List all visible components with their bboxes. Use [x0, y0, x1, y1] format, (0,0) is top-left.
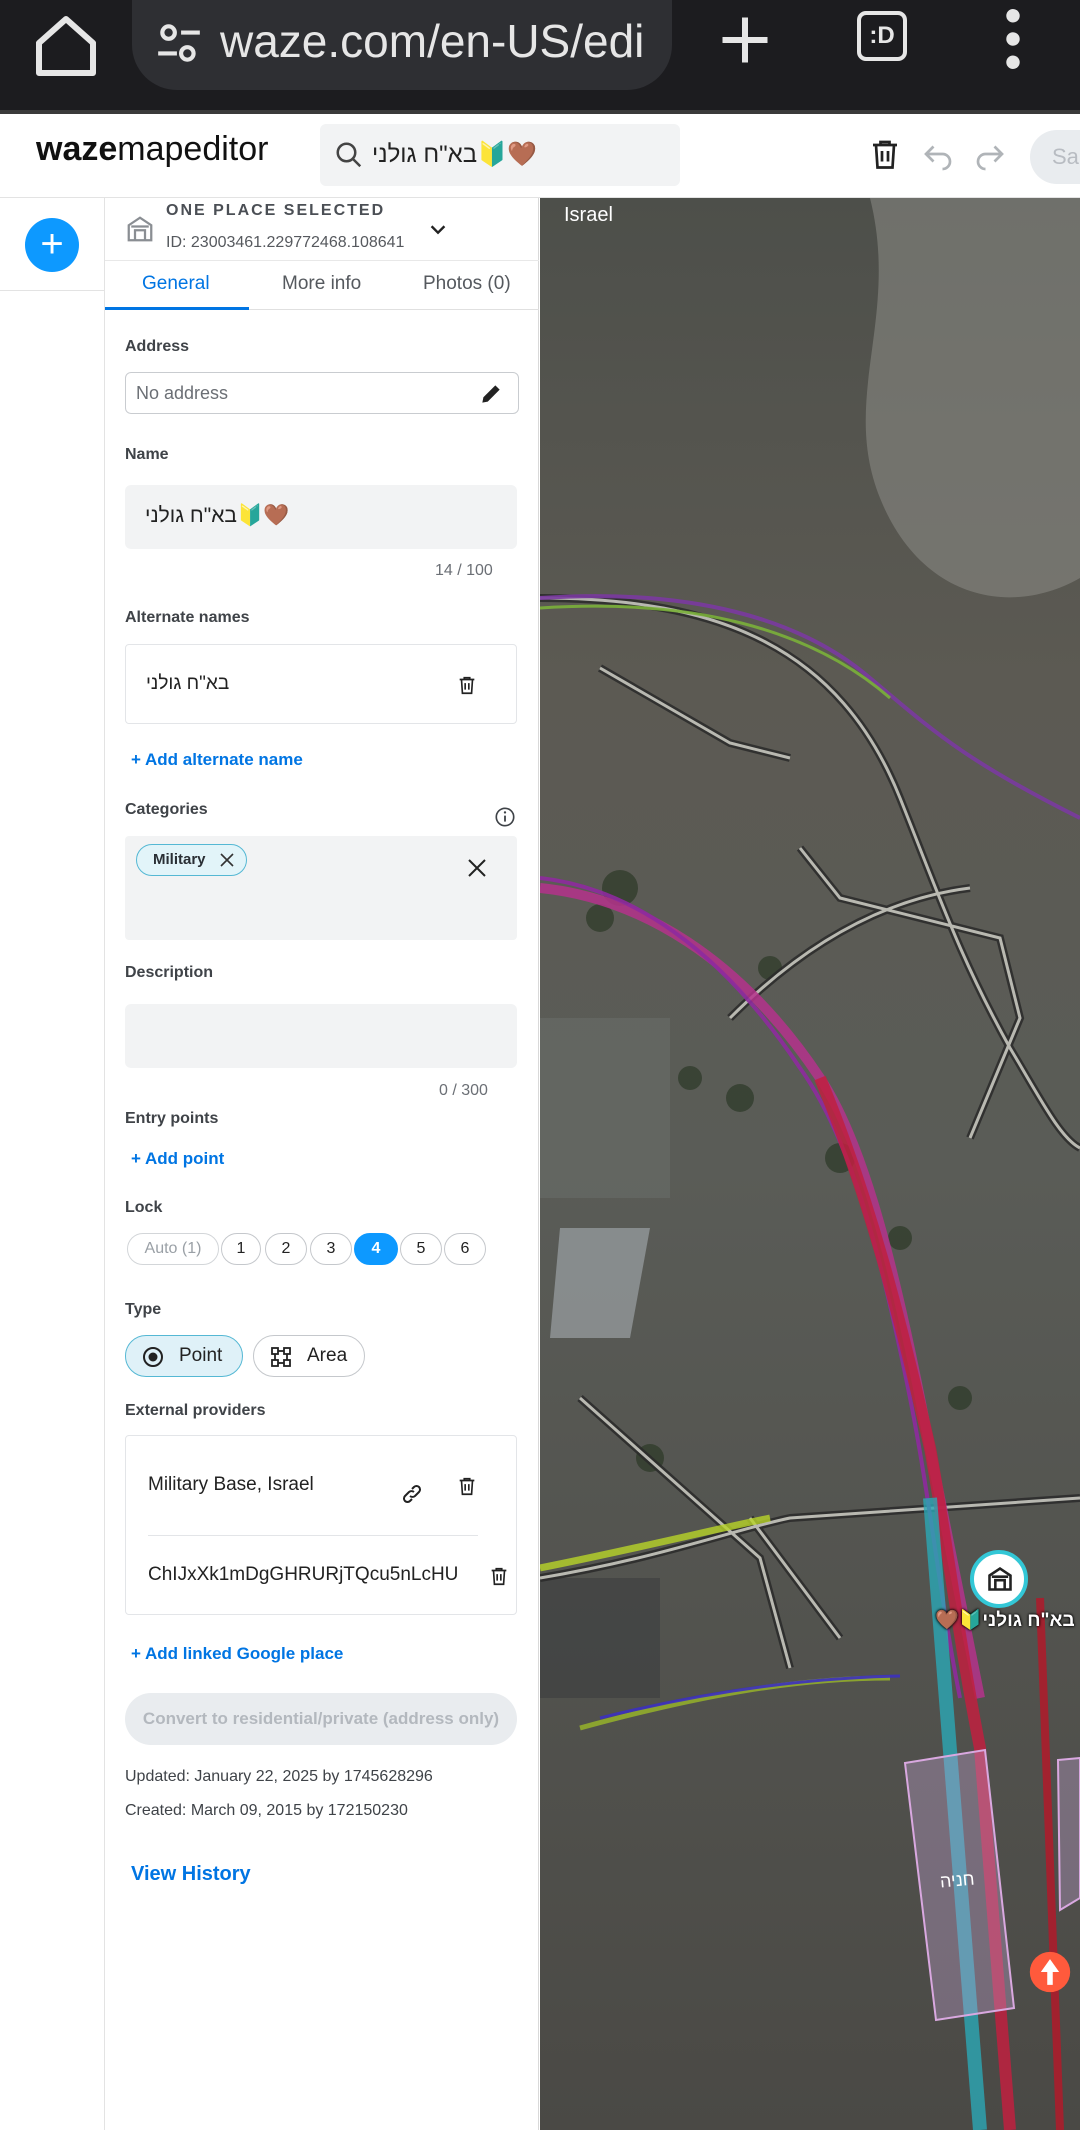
place-marker[interactable] [970, 1550, 1028, 1608]
external-providers-label: External providers [125, 1402, 266, 1419]
tab-switcher-button[interactable]: :D [857, 11, 907, 61]
type-point-label: Point [179, 1345, 223, 1366]
description-field[interactable] [125, 1004, 517, 1068]
plus-icon[interactable] [715, 10, 775, 70]
lock-label: Lock [125, 1199, 163, 1216]
left-rail: + [0, 198, 105, 2130]
name-label: Name [125, 446, 169, 463]
radio-icon [143, 1347, 163, 1367]
add-alternate-name-link[interactable]: + Add alternate name [131, 750, 303, 770]
parking-label: חניה [939, 1868, 976, 1892]
categories-field[interactable]: Military [125, 836, 517, 940]
lock-6[interactable]: 6 [444, 1233, 486, 1265]
more-vert-icon[interactable] [1000, 8, 1026, 70]
redo-icon[interactable] [972, 136, 1008, 172]
map-country-label: Israel [564, 204, 613, 226]
created-info: Created: March 09, 2015 by 172150230 [125, 1802, 408, 1819]
external-provider-id: ChIJxXk1mDgGHRURjTQcu5nLcHU [148, 1564, 459, 1585]
place-icon [988, 1566, 1012, 1591]
trash-icon[interactable] [456, 1474, 478, 1498]
map-place-label: בא"ח גולני🔰🤎 [935, 1610, 1075, 1631]
updated-info: Updated: January 22, 2025 by 1745628296 [125, 1768, 433, 1785]
lock-auto[interactable]: Auto (1) [127, 1233, 219, 1265]
address-placeholder: No address [136, 383, 229, 403]
save-button[interactable]: Sa [1030, 130, 1080, 184]
alt-name-item[interactable]: בא"ח גולני [125, 644, 517, 724]
tab-general[interactable]: General [142, 273, 210, 295]
categories-label: Categories [125, 801, 208, 818]
tune-icon[interactable] [154, 18, 204, 68]
lock-4[interactable]: 4 [354, 1233, 398, 1265]
name-value[interactable]: בא"ח גולני🔰🤎 [145, 504, 289, 528]
name-field[interactable]: בא"ח גולני🔰🤎 [125, 485, 517, 549]
close-icon[interactable] [467, 858, 487, 878]
active-tab-indicator [105, 307, 249, 310]
home-icon[interactable] [30, 10, 102, 82]
chevron-down-icon[interactable] [427, 218, 449, 240]
browser-toolbar: waze.com/en-US/edi :D [0, 0, 1080, 112]
url-text[interactable]: waze.com/en-US/edi [220, 14, 660, 68]
trash-icon[interactable] [867, 136, 903, 172]
map-canvas[interactable]: Israel בא"ח גולני🔰🤎 חניה [540, 198, 1080, 2130]
panel-tabs: General More info Photos (0) [105, 260, 539, 310]
external-provider-name: Military Base, Israel [148, 1474, 314, 1495]
waze-logo[interactable]: wazemapeditor [36, 130, 268, 169]
lock-2[interactable]: 2 [265, 1233, 307, 1265]
tab-more-info[interactable]: More info [282, 273, 361, 295]
address-bar[interactable]: waze.com/en-US/edi [132, 0, 672, 90]
external-providers-card: Military Base, Israel ChIJxXk1mDgGHRURjT… [125, 1435, 517, 1615]
trash-icon[interactable] [488, 1564, 510, 1588]
category-chip[interactable]: Military [136, 844, 247, 876]
type-area-label: Area [307, 1345, 348, 1366]
view-history-link[interactable]: View History [131, 1863, 251, 1886]
category-chip-label: Military [153, 851, 206, 868]
satellite-imagery [540, 198, 1080, 2130]
trash-icon[interactable] [456, 673, 478, 697]
selection-id: ID: 23003461.229772468.108641 [166, 234, 405, 251]
location-arrow-icon[interactable] [1028, 1950, 1072, 1994]
type-label: Type [125, 1301, 162, 1318]
address-label: Address [125, 338, 190, 355]
lock-3[interactable]: 3 [310, 1233, 352, 1265]
rail-divider [0, 290, 105, 291]
address-field[interactable]: No address [125, 372, 519, 414]
undo-icon[interactable] [920, 136, 956, 172]
alt-name-value[interactable]: בא"ח גולני [146, 673, 229, 695]
search-query[interactable]: בא"ח גולני🔰🤎 [372, 140, 537, 169]
description-counter: 0 / 300 [439, 1082, 488, 1099]
description-label: Description [125, 964, 214, 981]
logo-rest: mapeditor [117, 130, 269, 168]
place-icon [127, 216, 153, 242]
alt-names-label: Alternate names [125, 609, 250, 626]
type-area-button[interactable]: Area [253, 1335, 365, 1377]
place-edit-panel: ONE PLACE SELECTED ID: 23003461.22977246… [105, 198, 539, 2130]
lock-5[interactable]: 5 [400, 1233, 442, 1265]
area-icon [271, 1347, 291, 1367]
pencil-icon[interactable] [478, 381, 504, 407]
lock-1[interactable]: 1 [221, 1233, 261, 1265]
add-google-place-link[interactable]: + Add linked Google place [131, 1644, 343, 1664]
add-button[interactable]: + [25, 218, 79, 272]
logo-bold: waze [36, 130, 118, 168]
convert-residential-button[interactable]: Convert to residential/private (address … [125, 1693, 517, 1745]
info-icon[interactable] [494, 806, 516, 828]
entry-points-label: Entry points [125, 1110, 219, 1127]
provider-divider [148, 1535, 478, 1536]
link-icon[interactable] [400, 1482, 424, 1506]
tab-photos[interactable]: Photos (0) [423, 273, 511, 295]
name-counter: 14 / 100 [435, 562, 493, 579]
add-point-link[interactable]: + Add point [131, 1149, 224, 1169]
selection-header[interactable]: ONE PLACE SELECTED ID: 23003461.22977246… [105, 198, 539, 260]
search-input[interactable]: בא"ח גולני🔰🤎 [320, 124, 680, 186]
selection-title: ONE PLACE SELECTED [166, 202, 386, 219]
type-point-button[interactable]: Point [125, 1335, 243, 1377]
close-icon[interactable] [219, 853, 234, 867]
app-header: wazemapeditor בא"ח גולני🔰🤎 Sa [0, 114, 1080, 198]
search-icon [336, 142, 362, 168]
